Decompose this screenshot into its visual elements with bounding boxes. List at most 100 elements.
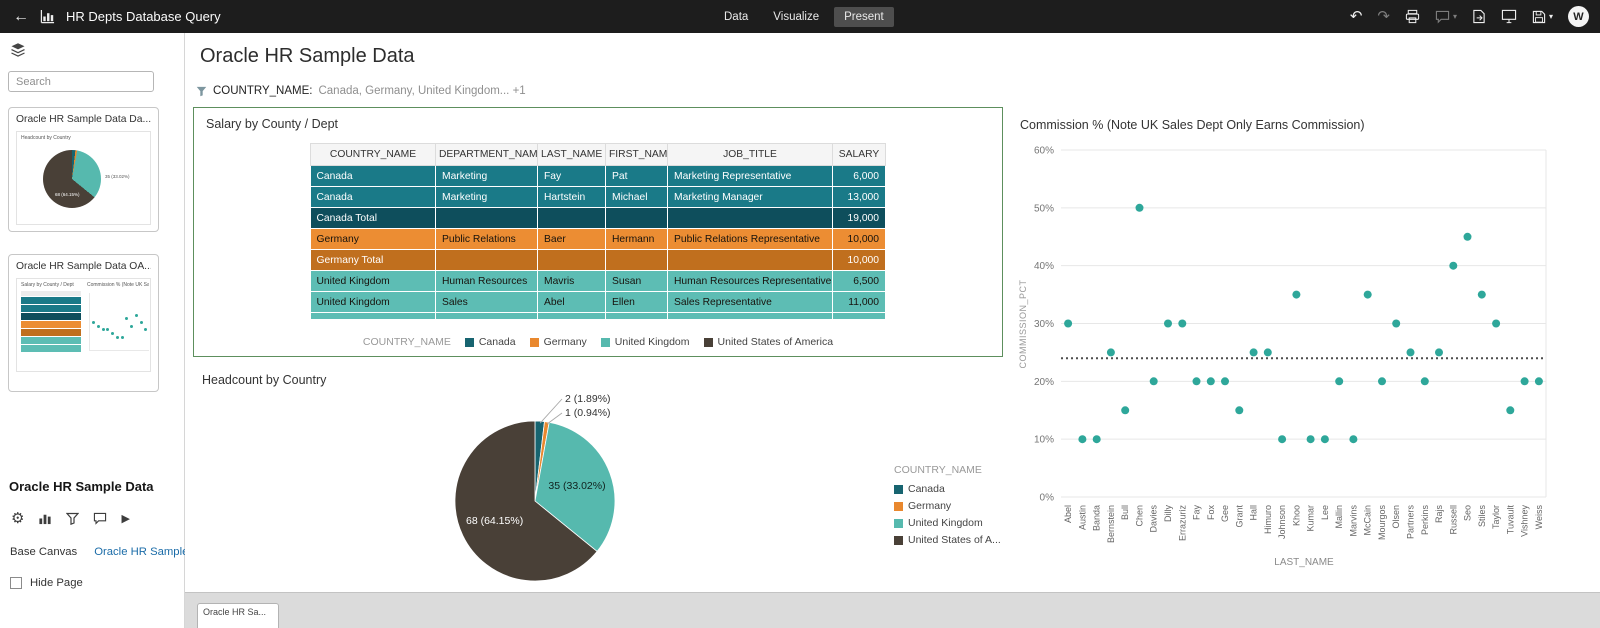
scatter-dot[interactable] [1178,319,1187,328]
legend-item[interactable]: Canada [464,336,516,348]
filter-funnel-icon[interactable] [66,512,80,525]
scatter-dot[interactable] [1306,435,1315,444]
table-row[interactable]: Canada Marketing Hartstein Michael Marketing… [310,186,886,208]
scatter-dot[interactable] [1349,435,1358,444]
scatter-dot[interactable] [1192,377,1201,386]
table-row[interactable]: Germany Total 10,000 [310,249,886,271]
table-row[interactable]: United Kingdom Human Resources Mavris Susan… [310,270,886,292]
legend-swatch [464,337,474,347]
table-row[interactable]: Canada Total 19,000 [310,207,886,229]
redo-icon[interactable]: ↷ [1377,9,1390,24]
back-icon[interactable]: ← [13,8,29,26]
tab-present[interactable]: Present [834,6,894,27]
scatter-dot[interactable] [1106,348,1115,357]
tab-data[interactable]: Data [714,7,758,27]
scatter-dot[interactable] [1206,377,1215,386]
scatter-dot[interactable] [1164,319,1172,328]
save-caret-icon[interactable]: ▾ [1549,12,1553,21]
legend-item[interactable]: United Kingdom [600,336,690,348]
scatter-dot[interactable] [1263,348,1272,357]
comment-icon[interactable] [93,512,107,525]
legend-item[interactable]: United States of A... [894,534,1001,546]
canvas-card-2[interactable]: Oracle HR Sample Data OA... Salary by Co… [8,254,159,392]
x-axis-tick: Kumar [1306,505,1316,532]
thumb-table-title: Salary by County / Dept [21,282,74,288]
gear-icon[interactable]: ⚙ [11,509,24,527]
legend-label: Germany [543,336,587,348]
scatter-dot[interactable] [1463,232,1472,241]
legend-swatch [894,518,903,528]
legend-swatch [703,337,713,347]
scatter-dot[interactable] [1292,290,1301,299]
legend-item[interactable]: Canada [894,483,1001,495]
x-axis-tick: Lee [1320,505,1330,520]
comment-icon[interactable]: ▾ [1435,10,1457,24]
legend-item[interactable]: Germany [894,500,1001,512]
column-header[interactable]: DEPARTMENT_NAME [435,143,538,166]
export-icon[interactable] [1472,9,1486,24]
save-icon[interactable]: ▾ [1532,10,1553,24]
scatter-dot[interactable] [1378,377,1386,386]
salary-table-panel[interactable]: Salary by County / Dept COUNTRY_NAME DEPA… [193,107,1003,357]
scatter-dot[interactable] [1235,406,1244,415]
legend-item[interactable]: Germany [529,336,587,348]
scatter-dot[interactable] [1335,377,1344,386]
play-icon[interactable]: ▶ [121,512,129,525]
scatter-dot[interactable] [1449,261,1458,270]
scatter-dot[interactable] [1121,406,1130,415]
scatter-dot[interactable] [1506,406,1515,415]
filter-bar[interactable]: COUNTRY_NAME: Canada, Germany, United Ki… [196,85,526,97]
column-header[interactable]: FIRST_NAME [605,143,668,166]
legend-label: Germany [908,500,952,512]
legend-item[interactable]: United Kingdom [894,517,1001,529]
user-avatar[interactable]: W [1568,6,1589,27]
bar-chart-icon[interactable] [38,511,52,525]
canvas-area: Oracle HR Sample Data COUNTRY_NAME: Cana… [185,33,1600,592]
undo-icon[interactable]: ↶ [1350,9,1363,24]
canvas-card-1[interactable]: Oracle HR Sample Data Da... Headcount by… [8,107,159,232]
table-row[interactable]: Germany Public Relations Baer Hermann Public… [310,228,886,250]
scatter-chart-title: Commission % (Note UK Sales Dept Only Ea… [1020,118,1365,132]
legend-title: COUNTRY_NAME [362,336,451,348]
column-header[interactable]: JOB_TITLE [667,143,833,166]
present-screen-icon[interactable] [1501,9,1517,24]
scatter-dot[interactable] [1078,435,1087,444]
scatter-dot[interactable] [1149,377,1158,386]
scatter-dot[interactable] [1492,319,1501,328]
headcount-pie-chart[interactable]: 35 (33.02%) 68 (64.15%) 2 (1.89%) 1 (0.94%) [364,391,844,592]
legend-item[interactable]: United States of America [703,336,833,348]
scatter-dot[interactable] [1092,435,1101,444]
base-canvas-link[interactable]: Oracle HR Sample Data [94,546,185,558]
column-header[interactable]: LAST_NAME [537,143,606,166]
scatter-dot[interactable] [1249,348,1258,357]
scatter-dot[interactable] [1221,377,1229,386]
table-row-partial[interactable] [310,312,886,319]
base-canvas-label: Base Canvas [10,546,78,558]
x-axis-tick: Marvins [1348,505,1358,537]
scatter-dot[interactable] [1278,435,1287,444]
comment-caret-icon[interactable]: ▾ [1453,12,1457,21]
scatter-dot[interactable] [1392,319,1401,328]
column-header[interactable]: COUNTRY_NAME [310,143,436,166]
scatter-dot[interactable] [1363,290,1372,299]
column-header[interactable]: SALARY [832,143,886,166]
scatter-dot[interactable] [1135,203,1144,212]
search-input[interactable] [8,71,154,92]
scatter-dot[interactable] [1534,377,1543,386]
scatter-dot[interactable] [1064,319,1073,328]
scatter-dot[interactable] [1520,377,1529,386]
hide-page-checkbox[interactable] [10,577,22,589]
tab-visualize[interactable]: Visualize [763,7,829,27]
canvas-tab[interactable]: Oracle HR Sa... [197,603,279,628]
printer-icon[interactable] [1405,9,1420,24]
table-row[interactable]: United Kingdom Sales Abel Ellen Sales Repres… [310,291,886,313]
commission-scatter-chart[interactable]: 0% 10% 20% 30% 40% 50% 60% COMMISSION_PCT Abel Au… [1013,133,1573,591]
scatter-dot[interactable] [1406,348,1415,357]
scatter-dot[interactable] [1320,435,1329,444]
table-row[interactable]: Canada Marketing Fay Pat Marketing Represent… [310,165,886,187]
scatter-dot[interactable] [1477,290,1486,299]
x-axis-tick: Hall [1249,505,1259,521]
scatter-dot[interactable] [1420,377,1429,386]
scatter-dot[interactable] [1435,348,1443,357]
layers-icon[interactable] [10,42,26,58]
